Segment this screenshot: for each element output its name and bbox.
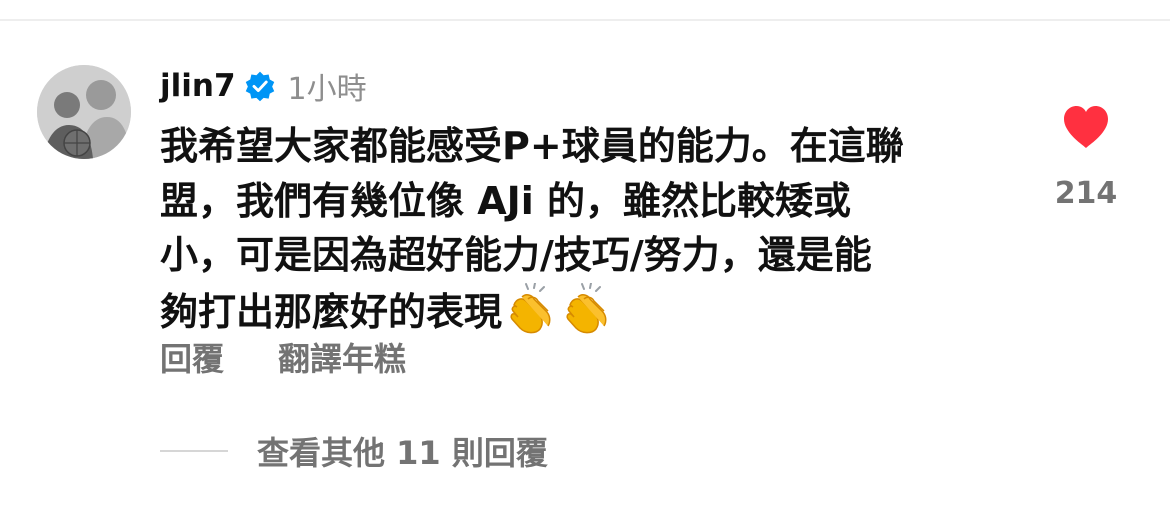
view-replies-label: 查看其他 11 則回覆 [257, 434, 548, 472]
top-divider [0, 19, 1170, 21]
heart-icon[interactable] [1061, 104, 1111, 150]
comment-text: 我希望大家都能感受P+球員的能力。在這聯 盟，我們有幾位像 AJi 的，雖然比較… [160, 119, 1010, 339]
comment-line: 夠打出那麼好的表現 [160, 282, 1010, 340]
verified-badge-icon [244, 70, 276, 102]
comment-line: 盟，我們有幾位像 AJi 的，雖然比較矮或 [160, 178, 852, 223]
avatar-image [37, 65, 131, 159]
replies-divider [160, 450, 228, 452]
comment-line: 我希望大家都能感受P+球員的能力。在這聯 [160, 124, 904, 168]
comment-line: 小，可是因為超好能力/技巧/努力，還是能 [160, 228, 1010, 283]
comment-header: jlin7 1小時 [160, 62, 367, 110]
like-section: 214 [1052, 104, 1120, 211]
view-replies-button[interactable]: 查看其他 11 則回覆 [160, 428, 548, 474]
reply-button[interactable]: 回覆 [160, 334, 224, 380]
username[interactable]: jlin7 [160, 68, 236, 104]
comment-actions: 回覆 翻譯年糕 [160, 334, 406, 380]
comment-line-text: 小，可是因為超好能力/技巧/努力，還是能 [160, 233, 872, 277]
comment-time: 1小時 [287, 72, 367, 107]
clapping-hands-icon [566, 282, 607, 333]
like-count: 214 [1054, 176, 1118, 211]
clapping-hands-icon [510, 282, 551, 333]
avatar[interactable] [37, 65, 131, 159]
translate-button[interactable]: 翻譯年糕 [278, 334, 406, 380]
comment-line-text: 夠打出那麼好的表現 [160, 289, 503, 334]
